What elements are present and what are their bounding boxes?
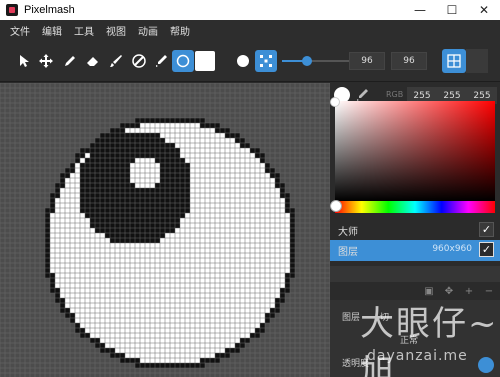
close-button[interactable]: ✕ (468, 0, 500, 20)
drawing-canvas[interactable] (0, 83, 330, 377)
primary-color-swatch[interactable] (195, 51, 215, 71)
layer-visibility-checkbox[interactable]: ✓ (479, 222, 494, 237)
brush-width-input[interactable]: 96 (349, 52, 385, 70)
title-bar: Pixelmash — ☐ ✕ (0, 0, 500, 20)
grid-toggle-icon[interactable] (442, 49, 466, 73)
brush-shape-scatter-icon[interactable] (255, 50, 277, 72)
menu-animation[interactable]: 动画 (132, 23, 164, 38)
hue-slider[interactable] (335, 201, 495, 213)
remove-layer-icon[interactable]: − (482, 286, 496, 297)
slider-knob[interactable] (301, 56, 312, 66)
layer-name: 图层 (338, 247, 358, 258)
add-layer-icon[interactable]: + (462, 286, 476, 297)
rgb-label: RGB (386, 90, 404, 99)
ellipse-icon[interactable] (172, 50, 194, 72)
menu-file[interactable]: 文件 (4, 23, 36, 38)
layer-duplicate-icon[interactable]: ▣ (422, 286, 436, 297)
pixel-art-eyeball[interactable] (0, 83, 330, 377)
eyedropper-icon[interactable] (150, 50, 172, 72)
move-icon[interactable] (35, 50, 57, 72)
layer-size: 960x960 (432, 244, 472, 254)
eraser-icon[interactable] (82, 50, 104, 72)
layer-list-empty-area (330, 266, 500, 282)
panel-eyedropper-icon[interactable] (355, 88, 369, 102)
brush-size-slider[interactable] (282, 56, 352, 66)
view-mode-button[interactable] (466, 49, 488, 73)
layer-name: 大师 (338, 226, 358, 238)
layer-row-master[interactable]: 大师 ✓ (330, 220, 500, 240)
brush-icon[interactable] (105, 50, 127, 72)
brush-height-input[interactable]: 96 (391, 52, 427, 70)
pointer-icon[interactable] (14, 50, 36, 72)
opacity-toggle[interactable] (478, 357, 494, 373)
menu-help[interactable]: 帮助 (164, 23, 196, 38)
maximize-button[interactable]: ☐ (436, 0, 468, 20)
pencil-icon[interactable] (59, 50, 81, 72)
layer-prop-label: 图层 (342, 313, 361, 323)
menu-edit[interactable]: 编辑 (36, 23, 68, 38)
sv-picker-cursor[interactable] (330, 97, 340, 107)
minimize-button[interactable]: — (404, 0, 436, 20)
hue-slider-knob[interactable] (330, 200, 342, 212)
saturation-value-picker[interactable] (335, 101, 495, 201)
toolbar: 96 96 (0, 40, 500, 82)
watermark-url: dayanzai.me (367, 348, 468, 364)
menu-tools[interactable]: 工具 (68, 23, 100, 38)
layer-move-icon[interactable]: ✥ (442, 286, 456, 297)
window-controls: — ☐ ✕ (404, 0, 500, 20)
brush-shape-round-icon[interactable] (237, 55, 249, 67)
menu-view[interactable]: 视图 (100, 23, 132, 38)
fill-icon[interactable] (128, 50, 150, 72)
layer-row-selected[interactable]: 图层 960x960 ✓ (330, 240, 500, 261)
menu-bar: 文件 编辑 工具 视图 动画 帮助 (0, 20, 500, 40)
layer-visibility-checkbox[interactable]: ✓ (479, 242, 494, 257)
window-title: Pixelmash (24, 4, 75, 16)
app-icon (6, 4, 18, 16)
